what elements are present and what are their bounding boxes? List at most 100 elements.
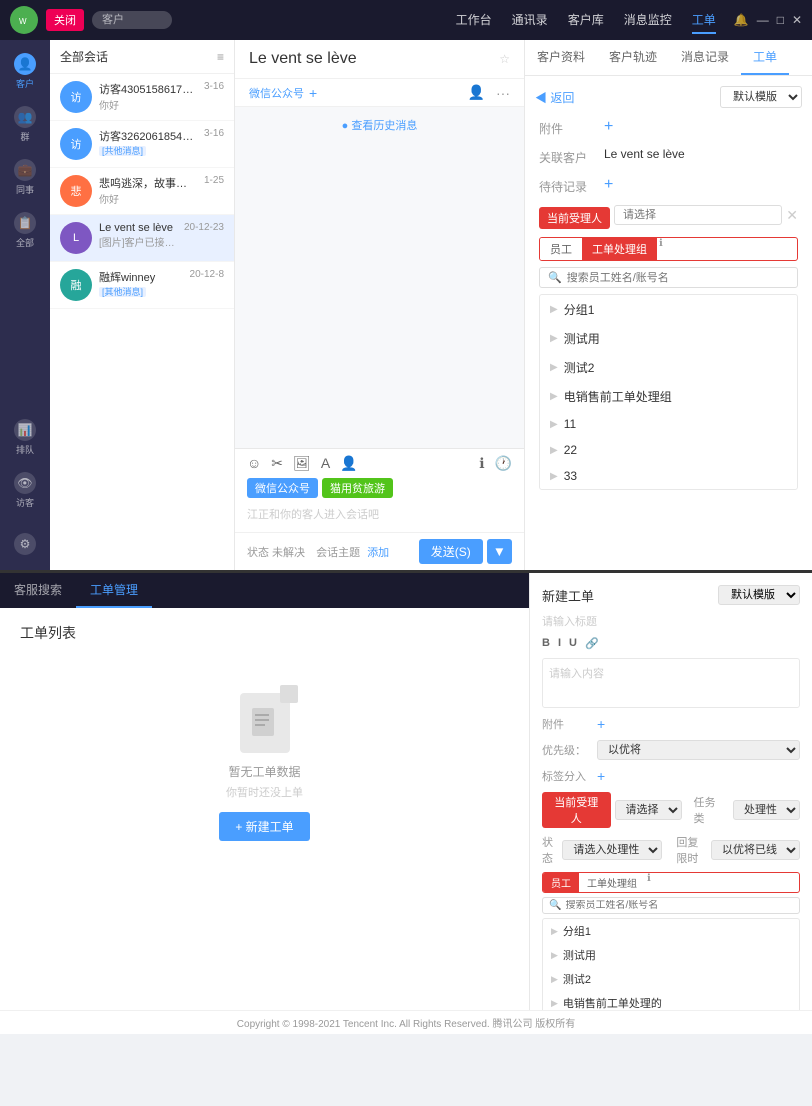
clock-icon[interactable]: 🕐 <box>495 455 512 472</box>
close-button[interactable]: 关闭 <box>46 9 84 31</box>
close-window-button[interactable]: ✕ <box>792 13 802 27</box>
bottom-add-attachment-button[interactable]: + <box>597 716 605 732</box>
bottom-assignee-select[interactable]: 请选择 <box>615 800 682 820</box>
contact-icon[interactable]: 👤 <box>340 455 357 472</box>
bottom-priority-select[interactable]: 以优将 <box>597 740 800 760</box>
star-icon[interactable]: ☆ <box>499 52 510 66</box>
avatar-icon[interactable]: 👤 <box>468 84 485 101</box>
version-select[interactable]: 默认模版 <box>720 86 802 108</box>
chat-item-4[interactable]: 融 融辉winney [其他消息] 20-12-8 <box>50 262 234 309</box>
chat-tag-4: [其他消息] <box>99 287 146 297</box>
minimize-button[interactable]: — <box>757 13 769 27</box>
assignee-search: 🔍 <box>539 267 798 288</box>
task-type-select[interactable]: 处理性 <box>733 800 800 820</box>
search-input[interactable] <box>92 11 172 29</box>
format-bold[interactable]: B <box>542 637 550 650</box>
back-button[interactable]: ◀ 返回 <box>535 89 574 106</box>
assignee-item-5[interactable]: ▶ 22 <box>540 437 797 463</box>
footer: Copyright © 1998-2021 Tencent Inc. All R… <box>0 1010 812 1034</box>
bottom-group-item-0[interactable]: ▶ 分组1 <box>543 919 799 943</box>
tab-messages[interactable]: 消息记录 <box>669 40 741 75</box>
emoji-icon[interactable]: ☺ <box>247 455 261 472</box>
bottom-group-item-3[interactable]: ▶ 电销售前工单处理的 <box>543 991 799 1010</box>
assignee-search-input[interactable] <box>567 272 789 284</box>
history-link[interactable]: ● 查看历史消息 <box>249 117 510 133</box>
ticket-content-area[interactable]: 请输入内容 <box>542 658 800 708</box>
assignee-tab-staff[interactable]: 员工 <box>540 238 582 260</box>
bottom-tab-agent[interactable]: 客服搜索 <box>0 573 76 608</box>
current-assignee-button[interactable]: 当前受理人 <box>539 207 610 229</box>
nav-tab-tickets[interactable]: 工单 <box>692 7 716 34</box>
add-pending-button[interactable]: + <box>604 176 613 194</box>
chat-item-1[interactable]: 访 访客326206185497258 [共他消息] 3-16 <box>50 121 234 168</box>
cut-icon[interactable]: ✂ <box>271 455 283 472</box>
assignee-clear-icon[interactable]: ✕ <box>786 207 798 224</box>
chat-item-2[interactable]: 悲 悲呜逃深，故事你日 你好 1-25 <box>50 168 234 215</box>
tab-tickets[interactable]: 工单 <box>741 40 789 75</box>
chat-list-header: 全部会话 ≡ <box>50 40 234 74</box>
nav-tab-customers[interactable]: 客户库 <box>568 7 604 34</box>
chat-preview-4: [其他消息] <box>99 285 183 298</box>
sidebar-item-visitors[interactable]: 👁 访客 <box>4 467 46 514</box>
tab-customer-track[interactable]: 客户轨迹 <box>597 40 669 75</box>
send-button[interactable]: 发送(S) <box>419 539 483 564</box>
maximize-button[interactable]: □ <box>777 13 784 27</box>
channel-button-2[interactable]: 猫用贫旅游 <box>322 478 393 498</box>
create-ticket-button[interactable]: + 新建工单 <box>219 812 309 841</box>
bottom-tab-group[interactable]: 工单处理组 <box>579 873 645 892</box>
assignee-item-6[interactable]: ▶ 33 <box>540 463 797 489</box>
assignee-item-3[interactable]: ▶ 电销售前工单处理组 <box>540 382 797 411</box>
assignee-input[interactable] <box>614 205 782 225</box>
bell-icon[interactable]: 🔔 <box>734 13 749 27</box>
bottom-tab-tickets[interactable]: 工单管理 <box>76 573 152 608</box>
sidebar-item-all[interactable]: 📋 全部 <box>4 207 46 254</box>
bottom-tab-staff[interactable]: 员工 <box>543 873 579 892</box>
chat-item-0[interactable]: 访 访客430515861773622 你好 3-16 <box>50 74 234 121</box>
sidebar-item-customers[interactable]: 👤 客户 <box>4 48 46 95</box>
info-icon[interactable]: ℹ <box>479 455 484 472</box>
format-underline[interactable]: U <box>569 637 577 650</box>
bottom-group-item-2[interactable]: ▶ 测试2 <box>543 967 799 991</box>
add-tag-button[interactable]: + <box>309 85 317 101</box>
sidebar-item-queue[interactable]: 📊 排队 <box>4 414 46 461</box>
assignee-item-2[interactable]: ▶ 测试2 <box>540 353 797 382</box>
format-link[interactable]: 🔗 <box>585 637 599 650</box>
attachment-field: 附件 + <box>535 118 802 137</box>
assignee-dropdown: ▶ 分组1 ▶ 测试用 ▶ 测试2 ▶ 电销售前工单处理组 <box>539 294 798 490</box>
assignee-item-0[interactable]: ▶ 分组1 <box>540 295 797 324</box>
chat-input-placeholder[interactable]: 江正和你的客人进入会话吧 <box>247 502 512 526</box>
add-attachment-button[interactable]: + <box>604 118 613 136</box>
time-limit-select[interactable]: 以优将已线 <box>711 840 800 860</box>
arrow-icon-3: ▶ <box>550 391 558 402</box>
bottom-left: 客服搜索 工单管理 工单列表 暂无工单数据 你暂时还没上单 + 新建工单 <box>0 573 530 1010</box>
filter-icon[interactable]: ≡ <box>217 50 224 64</box>
image-icon[interactable]: 🖼 <box>293 455 311 472</box>
assignee-tab-group[interactable]: 工单处理组 <box>582 238 657 260</box>
nav-tab-contacts[interactable]: 通讯录 <box>512 7 548 34</box>
sidebar-item-groups[interactable]: 👥 群 <box>4 101 46 148</box>
bottom-group-item-1[interactable]: ▶ 测试用 <box>543 943 799 967</box>
new-ticket-version-select[interactable]: 默认模版 <box>718 585 800 605</box>
status-field-select[interactable]: 请选入处理性 <box>562 840 662 860</box>
window-buttons: 🔔 — □ ✕ <box>734 13 802 27</box>
sidebar-item-settings[interactable]: ⚙ <box>4 528 46 562</box>
bottom-add-tag-button[interactable]: + <box>597 768 605 784</box>
bottom-search-input[interactable] <box>565 900 793 911</box>
nav-tab-monitor[interactable]: 消息监控 <box>624 7 672 34</box>
chat-item-3[interactable]: L Le vent se lève [图片]客户已接入，会话开始 20-12-2… <box>50 215 234 262</box>
nav-tab-workbench[interactable]: 工作台 <box>456 7 492 34</box>
tab-customer-info[interactable]: 客户资料 <box>525 40 597 75</box>
sidebar-item-colleagues[interactable]: 💼 同事 <box>4 154 46 201</box>
assignee-item-4[interactable]: ▶ 11 <box>540 411 797 437</box>
bottom-assignee-dropdown: ▶ 分组1 ▶ 测试用 ▶ 测试2 ▶ 电销售前工单处理的 <box>542 918 800 1010</box>
add-host-button[interactable]: 添加 <box>367 547 389 559</box>
more-icon[interactable]: ··· <box>496 85 510 101</box>
send-dropdown-button[interactable]: ▼ <box>487 539 512 564</box>
chat-time-3: 20-12-23 <box>184 222 224 233</box>
assignee-item-1[interactable]: ▶ 测试用 <box>540 324 797 353</box>
channel-button[interactable]: 微信公众号 <box>247 478 318 498</box>
text-icon[interactable]: A <box>321 455 330 472</box>
chat-title: Le vent se lève <box>249 50 357 68</box>
format-italic[interactable]: I <box>558 637 561 650</box>
bottom-current-assignee-button[interactable]: 当前受理人 <box>542 792 611 828</box>
